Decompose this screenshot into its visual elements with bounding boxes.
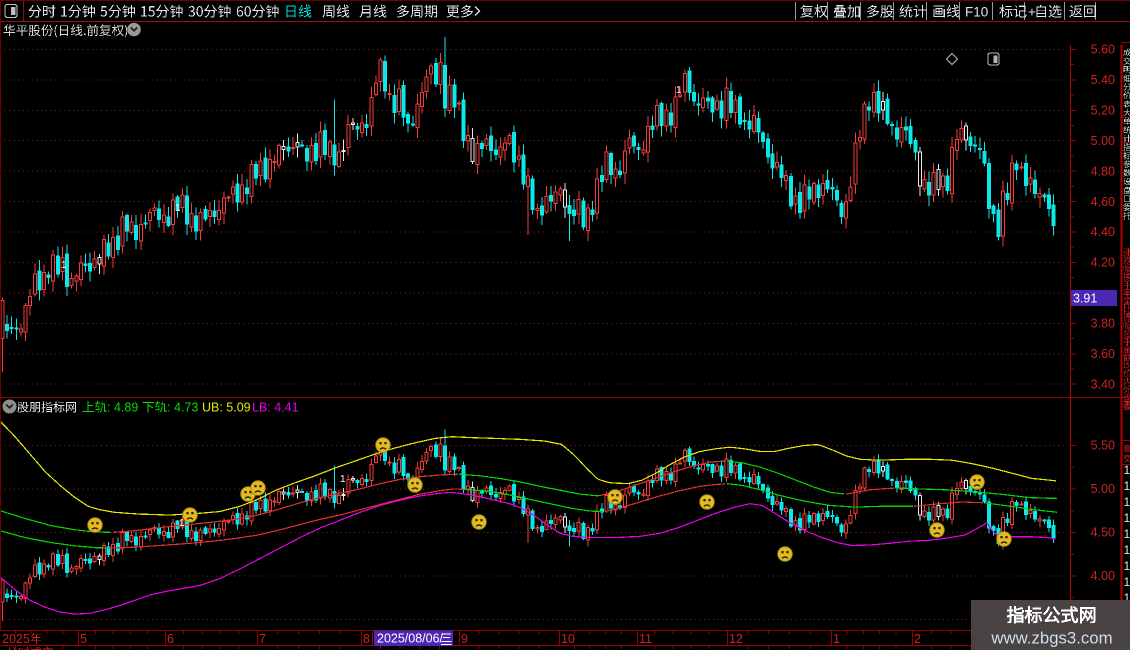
- svg-text:4.50: 4.50: [1091, 526, 1115, 540]
- svg-text:: 4.89: : 4.89: [107, 401, 138, 415]
- svg-text:1: 1: [1124, 543, 1130, 557]
- svg-text:5.60: 5.60: [1091, 43, 1115, 57]
- svg-text:1: 1: [833, 632, 840, 646]
- svg-text:1: 1: [1124, 479, 1130, 493]
- svg-text:+: +: [1028, 5, 1036, 20]
- svg-text:1: 1: [1124, 559, 1130, 573]
- svg-text:4.60: 4.60: [1091, 195, 1115, 209]
- svg-text:6: 6: [167, 632, 174, 646]
- svg-text:www.zbgs3.com: www.zbgs3.com: [990, 629, 1112, 648]
- svg-text:4.20: 4.20: [1091, 256, 1115, 270]
- svg-text:2: 2: [914, 632, 921, 646]
- svg-text:F10: F10: [965, 5, 988, 20]
- svg-text:3.60: 3.60: [1091, 347, 1115, 361]
- svg-text:5.20: 5.20: [1091, 104, 1115, 118]
- svg-text:3.80: 3.80: [1091, 317, 1115, 331]
- svg-text:11: 11: [639, 632, 652, 646]
- svg-text:5.00: 5.00: [1091, 134, 1115, 148]
- svg-text:1: 1: [61, 260, 67, 271]
- svg-text:4.80: 4.80: [1091, 164, 1115, 178]
- svg-text:1: 1: [175, 203, 181, 214]
- svg-text:7: 7: [259, 632, 266, 646]
- svg-text:10: 10: [561, 632, 575, 646]
- svg-text:1: 1: [1124, 463, 1130, 477]
- svg-text:1: 1: [1124, 527, 1130, 541]
- svg-text:: 4.73: : 4.73: [167, 401, 198, 415]
- svg-text:3.91: 3.91: [1073, 292, 1097, 306]
- svg-text:1: 1: [1124, 495, 1130, 509]
- svg-text:2025/08/06/: 2025/08/06/: [377, 632, 444, 646]
- svg-text:5: 5: [80, 632, 87, 646]
- svg-text:8: 8: [363, 632, 370, 646]
- svg-text:1: 1: [676, 85, 682, 96]
- svg-text:12: 12: [729, 632, 743, 646]
- svg-text:1: 1: [179, 518, 185, 529]
- svg-text:UB: 5.09: UB: 5.09: [202, 401, 251, 415]
- svg-text:3.40: 3.40: [1091, 377, 1115, 391]
- svg-text:4.40: 4.40: [1091, 225, 1115, 239]
- svg-text:LB: 4.41: LB: 4.41: [252, 401, 299, 415]
- svg-text:4.00: 4.00: [1091, 569, 1115, 583]
- svg-text:9: 9: [461, 632, 468, 646]
- svg-text:5.50: 5.50: [1091, 439, 1115, 453]
- svg-text:1: 1: [1124, 575, 1130, 589]
- svg-text:1: 1: [340, 474, 346, 485]
- svg-text:1: 1: [1124, 511, 1130, 525]
- svg-text:5.40: 5.40: [1091, 73, 1115, 87]
- svg-text:5.00: 5.00: [1091, 482, 1115, 496]
- svg-text:2025: 2025: [2, 632, 30, 646]
